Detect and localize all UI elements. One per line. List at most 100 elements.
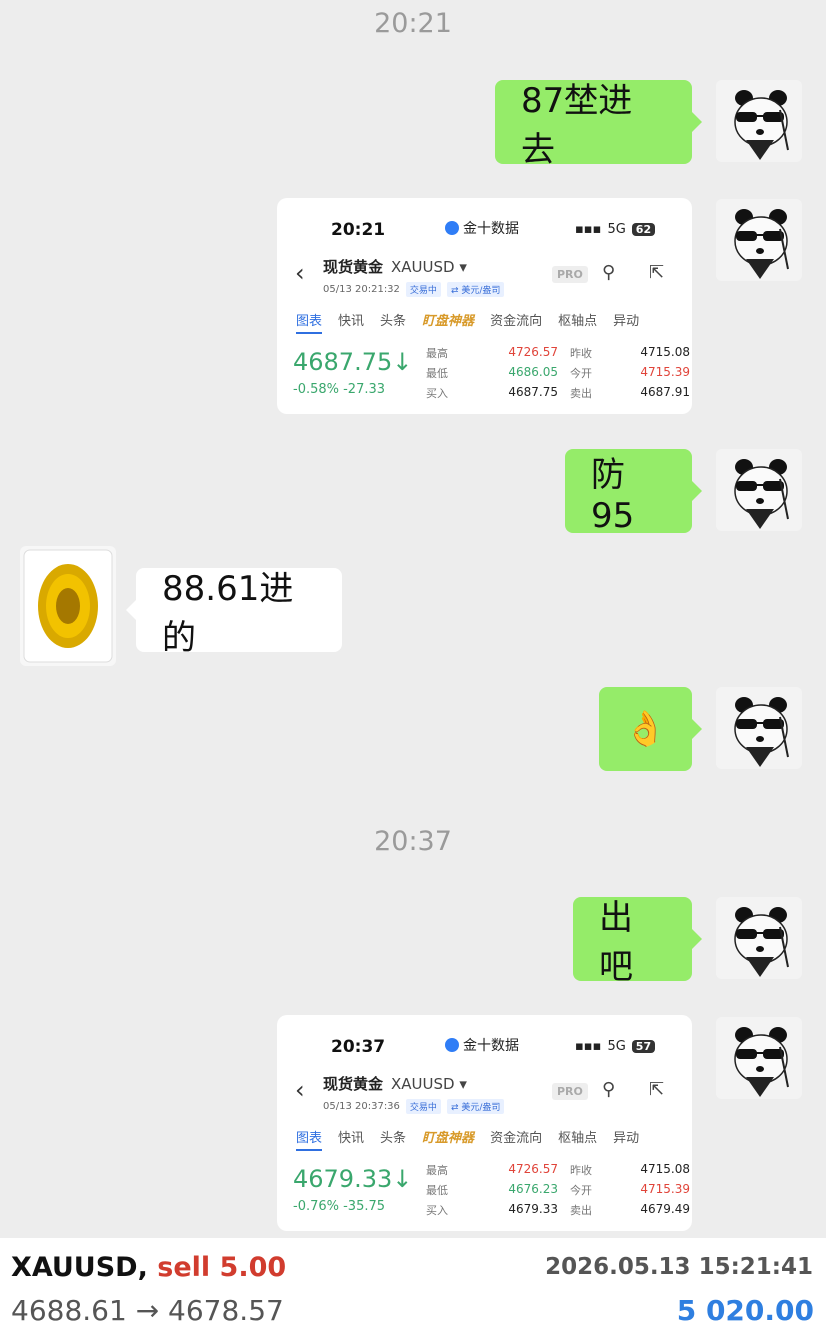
stat-label: 最低: [426, 367, 448, 380]
stat-label: 最低: [426, 1184, 448, 1197]
screenshot-image-card[interactable]: 20:37 金十数据 ▪▪▪ 5G 57 ‹ 现货黄金 XAUUSD ▾ 05/13 …: [277, 1015, 692, 1231]
stat-label: 卖出: [570, 1204, 592, 1217]
stat-value: 4687.75: [508, 385, 558, 399]
stat-value: 4715.08: [640, 1162, 690, 1176]
tab-chart: 图表: [296, 310, 323, 334]
chat-timestamp: 20:21: [374, 8, 452, 39]
chat-message-sent[interactable]: 👌: [599, 687, 702, 771]
chat-message-sent[interactable]: 出吧: [573, 897, 702, 987]
status-time: 20:37: [331, 1037, 386, 1057]
currency-badge: ⇄ 美元/盎司: [446, 282, 505, 297]
contact-avatar[interactable]: [20, 546, 116, 666]
tab-pivot: 枢轴点: [558, 314, 598, 329]
instrument-symbol: XAUUSD ▾: [391, 258, 467, 276]
search-icon: ⚲: [602, 1079, 616, 1100]
quote-stats: 最高 4726.57 昨收 4715.08 最低 4686.05 今开 4715…: [426, 345, 690, 401]
trading-status-badge: 交易中: [405, 282, 441, 297]
stat-value: 4679.49: [640, 1202, 690, 1216]
avatar[interactable]: [716, 897, 802, 979]
tab-bar: 图表 快讯 头条 盯盘神器 资金流向 枢轴点 异动: [296, 1127, 655, 1151]
network-label: 5G: [607, 1039, 626, 1054]
price-change: -0.58% -27.33: [293, 382, 386, 397]
trade-symbol: XAUUSD,: [11, 1252, 148, 1283]
trade-summary: XAUUSD, sell 5.00 2026.05.13 15:21:41 46…: [0, 1238, 826, 1342]
quote-datetime: 05/13 20:21:32: [323, 284, 400, 295]
instrument-title: 现货黄金 XAUUSD ▾: [323, 256, 467, 277]
panda-avatar-icon: [716, 897, 802, 979]
status-time: 20:21: [331, 220, 386, 240]
trade-side: sell 5.00: [157, 1252, 287, 1283]
app-name-label: 金十数据: [463, 221, 519, 237]
avatar[interactable]: [716, 687, 802, 769]
chat-message-sent[interactable]: 防95: [565, 449, 702, 536]
chat-message-sent[interactable]: 87埜进去: [495, 80, 702, 170]
trading-status-badge: 交易中: [405, 1099, 441, 1114]
status-indicators: ▪▪▪ 5G 57: [575, 1039, 656, 1054]
share-icon: ⇱: [649, 262, 665, 283]
chat-timestamp: 20:37: [374, 826, 452, 857]
stat-label: 最高: [426, 347, 448, 360]
ok-hand-emoji: 👌: [624, 709, 667, 749]
gold-avatar-icon: [23, 549, 113, 663]
message-text: 88.61进的: [162, 569, 294, 658]
app-logo-icon: [445, 221, 459, 235]
avatar[interactable]: [716, 199, 802, 281]
panda-avatar-icon: [716, 80, 802, 162]
signal-icon: ▪▪▪: [575, 222, 602, 237]
app-name: 金十数据: [445, 218, 519, 238]
stat-label: 最高: [426, 1164, 448, 1177]
instrument-name: 现货黄金: [323, 1075, 384, 1093]
avatar[interactable]: [716, 1017, 802, 1099]
tab-headlines: 头条: [380, 1131, 407, 1146]
stat-value: 4715.39: [640, 1182, 690, 1196]
panda-avatar-icon: [716, 687, 802, 769]
stat-value: 4676.23: [508, 1182, 558, 1196]
tab-headlines: 头条: [380, 314, 407, 329]
message-text: 出吧: [599, 898, 633, 987]
message-text: 87埜进去: [521, 81, 633, 170]
stat-label: 今开: [570, 1184, 592, 1197]
stat-label: 买入: [426, 1204, 448, 1217]
battery-icon: 57: [631, 1040, 656, 1053]
stat-label: 卖出: [570, 387, 592, 400]
current-price: 4679.33↓: [293, 1165, 413, 1193]
tab-fund-flow: 资金流向: [490, 314, 543, 329]
stat-label: 昨收: [570, 347, 592, 360]
stat-value: 4726.57: [508, 345, 558, 359]
pro-badge: PRO: [552, 1083, 588, 1100]
back-icon: ‹: [295, 1076, 305, 1104]
stat-value: 4715.39: [640, 365, 690, 379]
screenshot-image-card[interactable]: 20:21 金十数据 ▪▪▪ 5G 62 ‹ 现货黄金 XAUUSD ▾ 05/13 …: [277, 198, 692, 414]
pro-badge: PRO: [552, 266, 588, 283]
tab-monitor: 盯盘神器: [422, 314, 475, 329]
trade-datetime: 2026.05.13 15:21:41: [545, 1254, 813, 1280]
avatar[interactable]: [716, 80, 802, 162]
network-label: 5G: [607, 222, 626, 237]
panda-avatar-icon: [716, 199, 802, 281]
tab-bar: 图表 快讯 头条 盯盘神器 资金流向 枢轴点 异动: [296, 310, 655, 334]
stat-value: 4726.57: [508, 1162, 558, 1176]
stat-value: 4687.91: [640, 385, 690, 399]
stat-value: 4679.33: [508, 1202, 558, 1216]
instrument-name: 现货黄金: [323, 258, 384, 276]
stat-label: 今开: [570, 367, 592, 380]
share-icon: ⇱: [649, 1079, 665, 1100]
price-change: -0.76% -35.75: [293, 1199, 386, 1214]
app-name: 金十数据: [445, 1035, 519, 1055]
tab-flash: 快讯: [338, 314, 365, 329]
quote-datetime: 05/13 20:37:36: [323, 1101, 400, 1112]
current-price: 4687.75↓: [293, 348, 413, 376]
stat-label: 昨收: [570, 1164, 592, 1177]
app-logo-icon: [445, 1038, 459, 1052]
quote-stats: 最高 4726.57 昨收 4715.08 最低 4676.23 今开 4715…: [426, 1162, 690, 1218]
instrument-symbol: XAUUSD ▾: [391, 1075, 467, 1093]
message-text: 防95: [591, 454, 635, 536]
avatar[interactable]: [716, 449, 802, 531]
stat-value: 4715.08: [640, 345, 690, 359]
chat-message-received[interactable]: 88.61进的: [126, 568, 342, 658]
app-name-label: 金十数据: [463, 1038, 519, 1054]
tab-pivot: 枢轴点: [558, 1131, 598, 1146]
instrument-title: 现货黄金 XAUUSD ▾: [323, 1073, 467, 1094]
instrument-subtitle: 05/13 20:37:36 交易中 ⇄ 美元/盎司: [323, 1099, 505, 1114]
stat-label: 买入: [426, 387, 448, 400]
